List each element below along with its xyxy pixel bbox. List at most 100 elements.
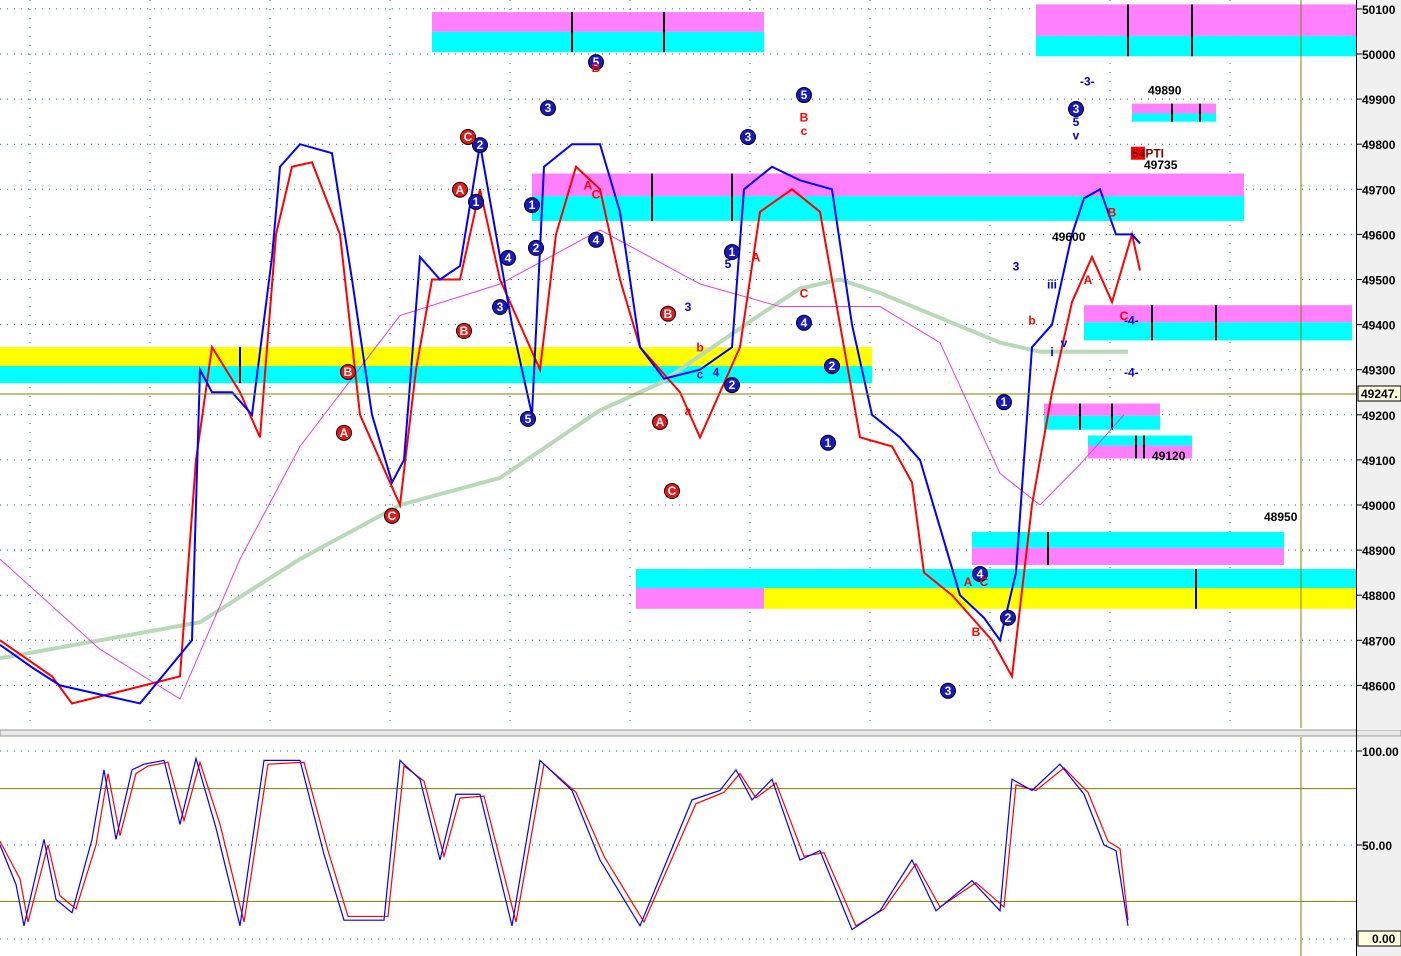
price-label: -4- <box>1124 314 1139 328</box>
wave-circle-label: 1 <box>825 436 832 450</box>
price-tick-label: 49800 <box>1362 138 1396 152</box>
osc-tick-label: 100.00 <box>1362 745 1399 759</box>
wave-label: 3 <box>685 300 692 314</box>
wave-circle-label: 1 <box>473 195 480 209</box>
wave-label: c <box>697 368 704 382</box>
wave-label: 5 <box>725 257 732 271</box>
wave-circle-label: A <box>656 415 665 429</box>
wave-label: 4 <box>713 365 720 379</box>
last-price-marker: 49247. <box>1357 385 1401 402</box>
wave-label: iii <box>1047 278 1057 292</box>
zone-upper <box>432 12 764 32</box>
price-label: 49890 <box>1148 84 1182 98</box>
wave-label: b <box>1028 314 1035 328</box>
zone-lower <box>972 547 1284 565</box>
wave-circle-label: 2 <box>1005 611 1012 625</box>
price-tick-label: 49300 <box>1362 364 1396 378</box>
wave-label: c <box>801 124 808 138</box>
zone-lower <box>432 31 764 53</box>
wave-circle-label: 3 <box>945 684 952 698</box>
price-tick-label: 49200 <box>1362 409 1396 423</box>
zone-upper <box>1044 403 1160 416</box>
wave-label: b <box>696 341 703 355</box>
zone-upper <box>532 173 1244 197</box>
price-tick-label: 49700 <box>1362 183 1396 197</box>
price-tick-label: 49400 <box>1362 319 1396 333</box>
wave-circle-label: 3 <box>745 130 752 144</box>
oscillator-last-label: 0.00 <box>1372 932 1396 946</box>
wave-circle-label: 4 <box>801 316 808 330</box>
zone-lower <box>636 587 764 609</box>
zone-upper <box>1036 4 1356 36</box>
last-price-label: 49247. <box>1361 387 1398 401</box>
wave-circle-label: 3 <box>545 101 552 115</box>
price-label: 48950 <box>1264 510 1298 524</box>
price-label: 54PTI <box>1132 147 1164 161</box>
price-tick-label: 48600 <box>1362 679 1396 693</box>
zone-upper <box>636 569 1356 588</box>
wave-label: B <box>800 111 809 125</box>
wave-label: A <box>964 575 973 589</box>
wave-circle-label: A <box>340 426 349 440</box>
wave-label: 5 <box>1073 115 1080 129</box>
oscillator-last-marker: 0.00 <box>1357 930 1401 947</box>
wave-label: A <box>752 250 761 264</box>
wave-label: B <box>592 61 601 75</box>
price-tick-label: 49900 <box>1362 93 1396 107</box>
price-tick-label: 49000 <box>1362 499 1396 513</box>
wave-label: i <box>1050 345 1053 359</box>
wave-circle-label: C <box>464 130 473 144</box>
wave-circle-label: B <box>344 365 353 379</box>
price-tick-label: 48900 <box>1362 544 1396 558</box>
wave-label: B <box>972 625 981 639</box>
wave-circle-label: 1 <box>529 198 536 212</box>
wave-circle-label: 2 <box>533 241 540 255</box>
wave-circle-label: B <box>460 324 469 338</box>
wave-label: C <box>980 575 989 589</box>
price-tick-label: 48800 <box>1362 589 1396 603</box>
price-tick-label: 49600 <box>1362 228 1396 242</box>
price-tick-label: 49100 <box>1362 454 1396 468</box>
wave-circle-label: 2 <box>477 138 484 152</box>
wave-label: A <box>1084 273 1093 287</box>
chart-background <box>0 0 1401 956</box>
trading-chart[interactable]: 532CA1 12435BBAC351442BAC2114233BBcAC35 AC… <box>0 0 1401 956</box>
wave-circle-label: 1 <box>1001 395 1008 409</box>
price-tick-label: 50000 <box>1362 48 1396 62</box>
zone-upper <box>1132 103 1216 114</box>
wave-circle-label: A <box>456 183 465 197</box>
wave-label: C <box>592 187 601 201</box>
wave-circle-label: C <box>668 484 677 498</box>
wave-circle-label: B <box>664 307 673 321</box>
price-tick-label: 50100 <box>1362 3 1396 17</box>
zone-lower <box>0 366 872 384</box>
zone-lower <box>1132 113 1216 122</box>
zone-upper <box>0 347 872 367</box>
zone-upper <box>1088 435 1192 446</box>
wave-circle-label: 2 <box>829 359 836 373</box>
wave-label: v <box>1073 129 1080 143</box>
price-label: 49120 <box>1152 449 1186 463</box>
wave-label: B <box>1108 205 1117 219</box>
price-label: -3- <box>1080 75 1095 89</box>
zone-lower <box>1036 35 1356 57</box>
wave-circle-label: 4 <box>593 233 600 247</box>
wave-label: v <box>1061 336 1068 350</box>
wave-circle-label: 5 <box>525 412 532 426</box>
osc-tick-label: 50.00 <box>1362 839 1392 853</box>
wave-circle-label: C <box>388 509 397 523</box>
panel-splitter[interactable] <box>0 729 1401 737</box>
wave-label: C <box>800 287 809 301</box>
wave-label: 3 <box>1013 259 1020 273</box>
wave-circle-label: 4 <box>505 251 512 265</box>
price-label: 49600 <box>1052 230 1086 244</box>
wave-circle-label: 3 <box>1073 102 1080 116</box>
price-tick-label: 48700 <box>1362 634 1396 648</box>
zone-lower <box>1044 415 1160 430</box>
price-tick-label: 49500 <box>1362 274 1396 288</box>
wave-circle-label: 5 <box>801 88 808 102</box>
wave-circle-label: 3 <box>497 300 504 314</box>
wave-circle-label: 2 <box>729 378 736 392</box>
zone-lower <box>532 196 1244 221</box>
price-label: -4- <box>1124 365 1139 379</box>
